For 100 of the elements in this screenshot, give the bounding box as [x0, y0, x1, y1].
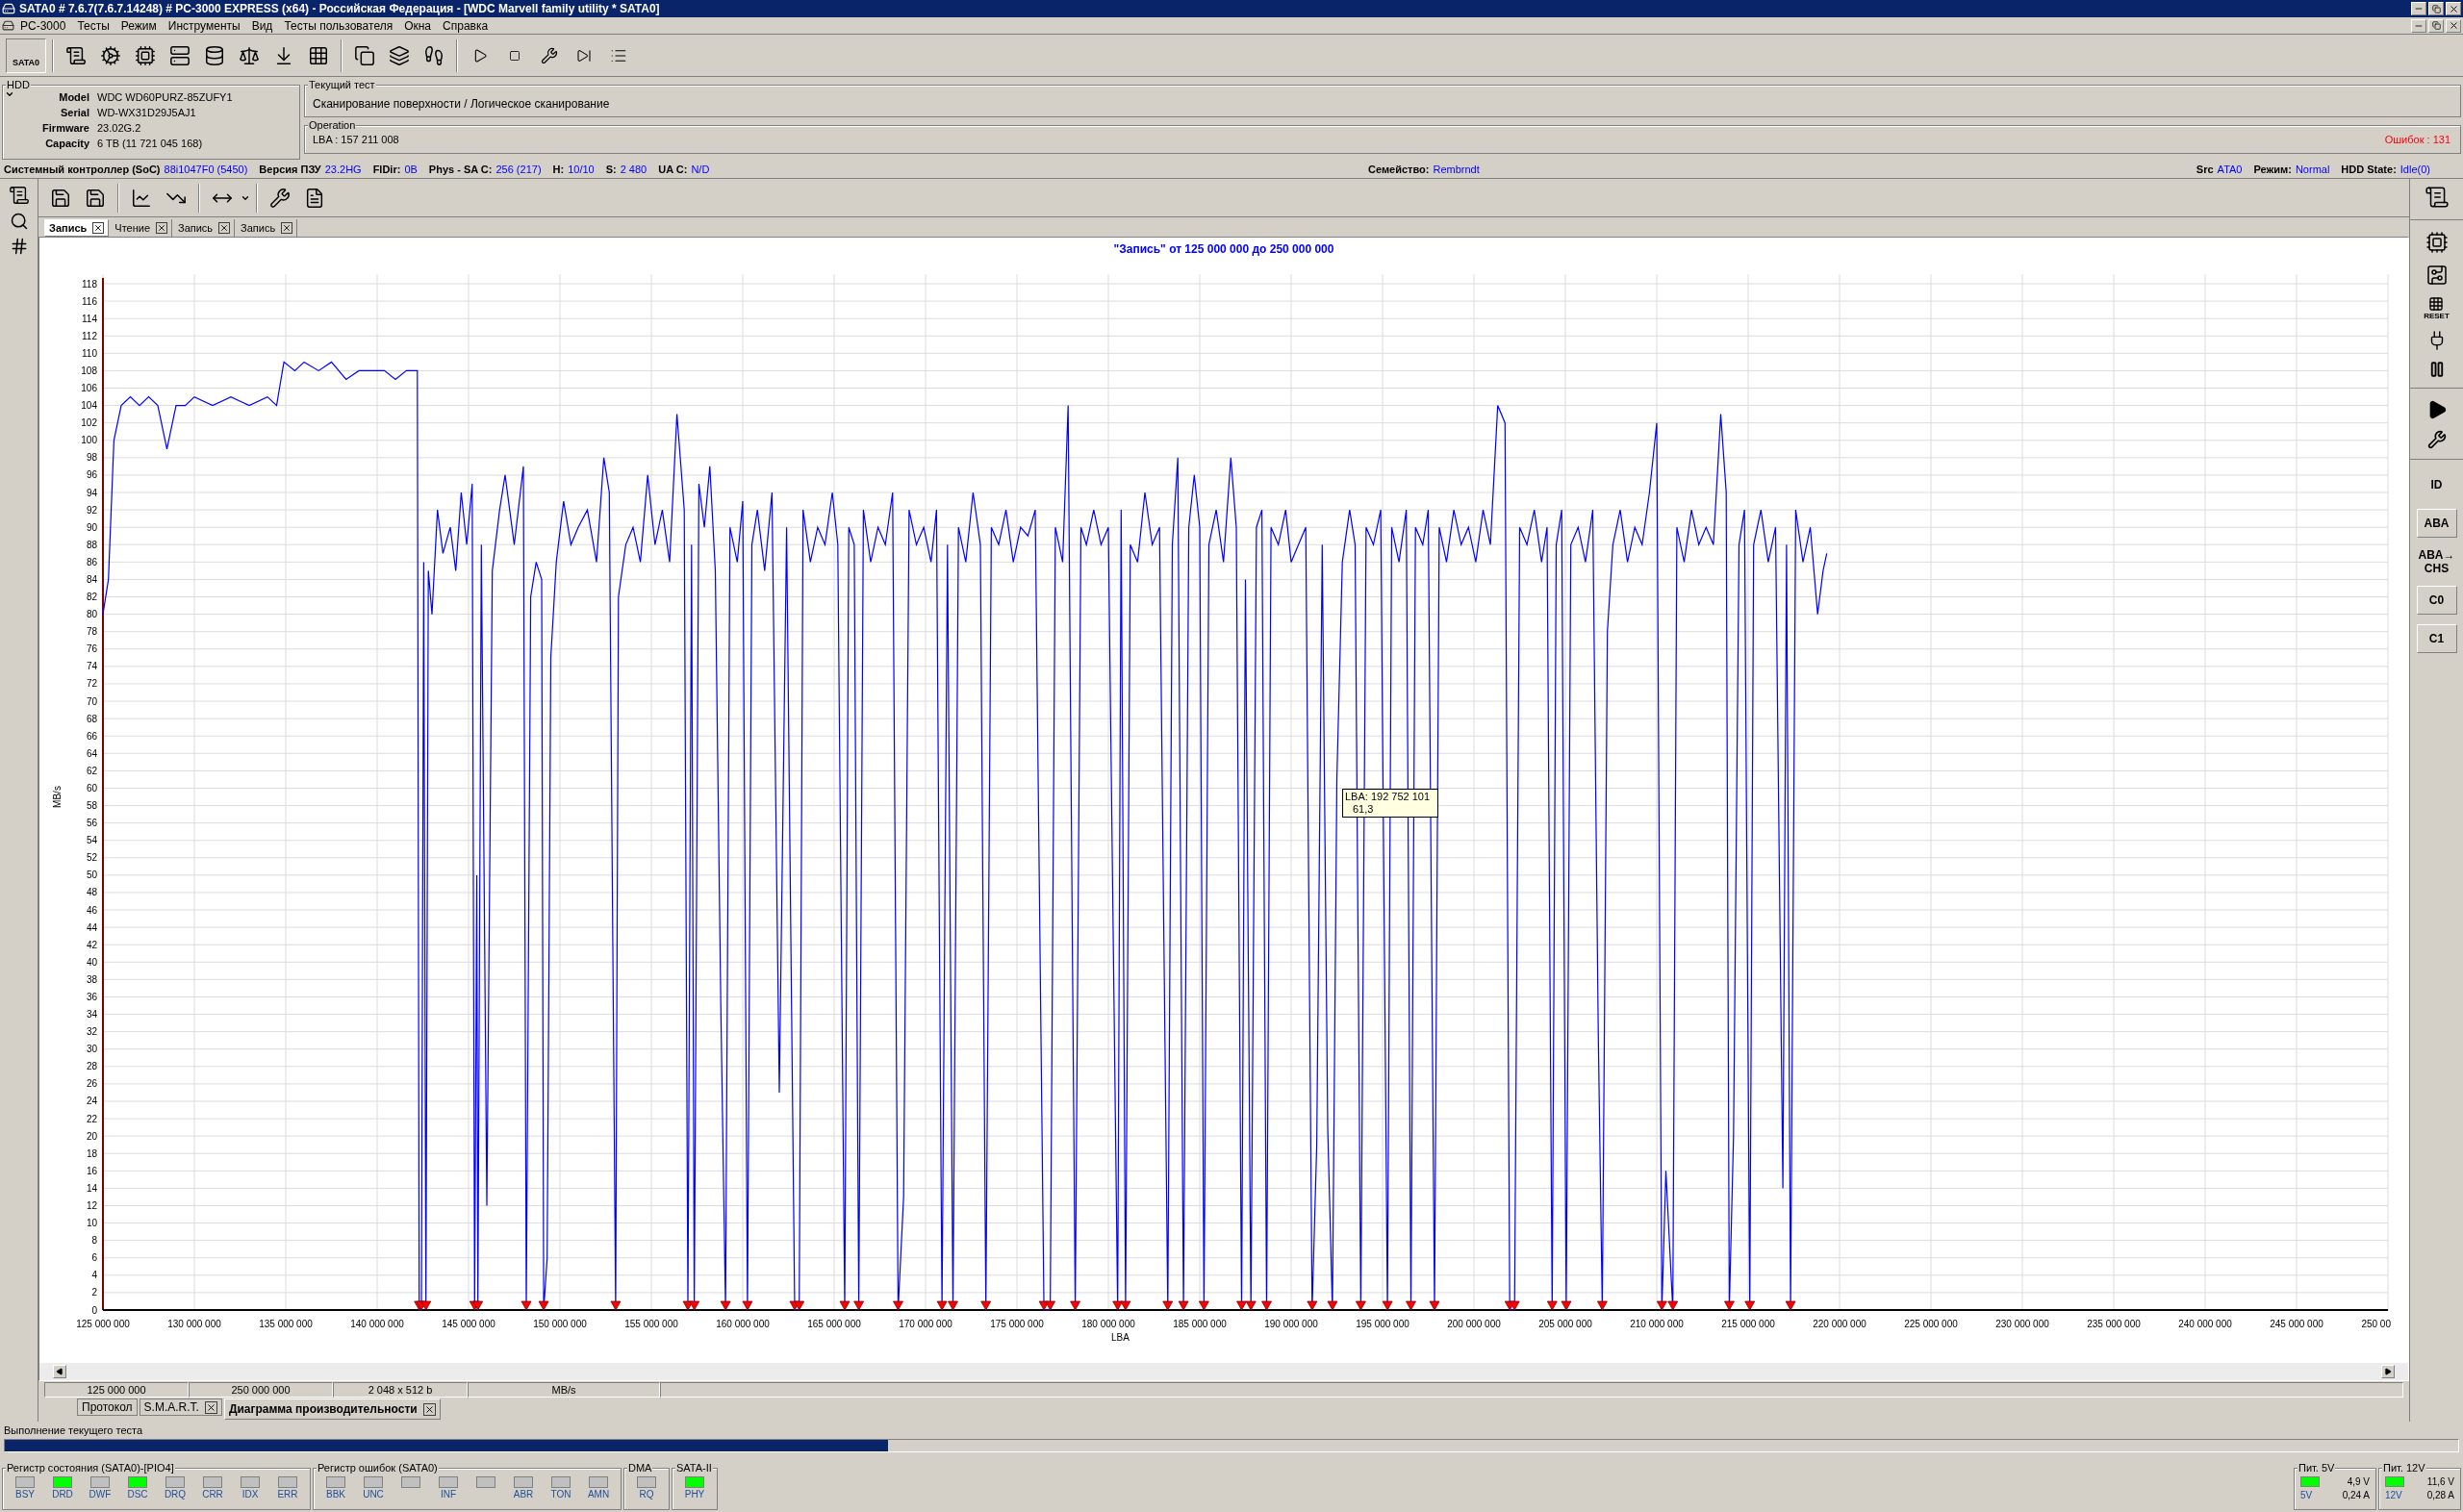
axis-tick-label: 225 000 000 [1904, 1319, 1958, 1329]
axis-tick-label: 102 [81, 417, 97, 429]
axis-tick-label: 38 [86, 973, 97, 985]
board-icon[interactable] [2425, 264, 2449, 287]
menu-item[interactable]: Тесты пользователя [278, 16, 399, 35]
error-marker [1382, 1300, 1393, 1311]
axis-tick-label: 100 [81, 435, 97, 446]
close-icon[interactable] [422, 1402, 436, 1416]
menu-item[interactable]: Справка [437, 16, 495, 35]
axis-tick-label: 74 [86, 661, 97, 672]
axis-tick-label: 86 [86, 556, 97, 567]
error-marker [1245, 1300, 1257, 1311]
save-icon[interactable] [85, 187, 106, 209]
chart-tab[interactable]: Запись [44, 219, 110, 237]
grid-icon[interactable] [308, 44, 329, 66]
footprints-icon[interactable] [423, 44, 444, 66]
axis-tick-label: 16 [86, 1165, 97, 1176]
tools-icon[interactable] [269, 187, 291, 209]
axis-tick-label: 118 [82, 278, 97, 290]
close-icon[interactable] [92, 222, 105, 234]
axis-tick-label: 104 [81, 400, 97, 412]
axis-tick-label: 18 [86, 1147, 97, 1159]
error-marker [1667, 1300, 1679, 1311]
bottom-tab[interactable]: Диаграмма производительности [223, 1399, 441, 1420]
axis-tick-label: 240 000 000 [2178, 1319, 2232, 1329]
error-marker [839, 1300, 851, 1311]
error-marker [1236, 1300, 1247, 1311]
tools-icon[interactable] [2426, 430, 2447, 449]
horizontal-scrollbar[interactable] [39, 1363, 2408, 1380]
menu-item[interactable]: PC-3000 [14, 16, 72, 35]
axis-tick-label: 14 [86, 1182, 97, 1194]
server-icon[interactable] [169, 44, 190, 66]
error-marker [610, 1300, 622, 1311]
power-label: 12V [2385, 1489, 2403, 1502]
axis-tick-label: 10 [86, 1218, 97, 1229]
current-reading: 0,28 A [2425, 1489, 2454, 1502]
tools-icon[interactable] [541, 46, 558, 64]
axis-tick-label: 42 [86, 939, 97, 950]
database-icon[interactable] [204, 44, 225, 66]
close-icon[interactable] [156, 222, 167, 234]
axis-tick-label: 108 [81, 365, 97, 376]
error-marker [1327, 1300, 1338, 1311]
scroll-icon[interactable] [8, 185, 30, 206]
axis-tick-label: 185 000 000 [1173, 1319, 1227, 1329]
error-marker [1162, 1300, 1174, 1311]
register-icon[interactable] [2428, 296, 2445, 312]
port-button[interactable]: SATA0 [6, 38, 46, 73]
axis-tick-label: 130 000 000 [167, 1319, 221, 1329]
axis-tick-label: 22 [86, 1113, 97, 1124]
close-icon[interactable] [281, 222, 293, 234]
layers-icon[interactable] [389, 44, 410, 66]
axis-tick-label: 70 [86, 695, 97, 707]
close-icon[interactable] [204, 1400, 217, 1414]
dropdown-icon[interactable] [5, 89, 14, 99]
axis-tick-label: 46 [86, 904, 97, 916]
scroll-icon[interactable] [65, 44, 87, 66]
chip-icon[interactable] [2425, 231, 2449, 254]
info-value: ATA0 [2217, 163, 2243, 178]
axis-tick-label: 30 [86, 1044, 97, 1055]
play-icon[interactable] [472, 47, 488, 63]
search-icon[interactable] [9, 212, 29, 231]
axis-tick-label: 92 [86, 504, 97, 516]
register-button[interactable]: ABA→CHS [2416, 547, 2457, 576]
menu-item[interactable]: Инструменты [162, 16, 246, 35]
scale-icon[interactable] [239, 44, 260, 66]
indicator-label: CRR [202, 1488, 223, 1501]
register-button[interactable]: ABA [2416, 509, 2457, 538]
copy-icon[interactable] [354, 44, 375, 66]
close-icon[interactable] [218, 222, 231, 234]
indicator-label: AMN [587, 1488, 610, 1501]
report-icon[interactable] [304, 187, 325, 209]
scroll-left-icon[interactable] [56, 1368, 63, 1375]
scroll-icon[interactable] [2424, 185, 2450, 210]
axis-title: LBA [1111, 1332, 1130, 1343]
menu-item[interactable]: Окна [398, 16, 438, 35]
register-button[interactable]: C0 [2416, 586, 2457, 615]
save-icon[interactable] [50, 187, 71, 209]
axis-tick-label: 116 [82, 295, 97, 307]
chip-icon[interactable] [135, 44, 156, 66]
axis-tick-label: 90 [86, 521, 97, 533]
menu-item[interactable]: Вид [245, 16, 279, 35]
axis-tick-label: 114 [82, 313, 97, 324]
line-chart-icon[interactable] [131, 187, 152, 209]
bottom-tab[interactable]: S.M.A.R.T. [139, 1399, 222, 1416]
bottom-tab[interactable]: Протокол [77, 1399, 138, 1416]
axis-tick-label: 6 [91, 1252, 97, 1264]
register-button[interactable]: ID [2416, 470, 2457, 499]
gear-icon[interactable] [100, 44, 121, 66]
menu-item[interactable]: Тесты [71, 16, 115, 35]
menu-item[interactable]: Режим [114, 16, 163, 35]
axis-tick-label: 40 [86, 956, 97, 968]
stop-icon[interactable] [509, 49, 521, 62]
scroll-right-icon[interactable] [2384, 1368, 2392, 1375]
error-marker [538, 1300, 549, 1311]
skip-icon[interactable] [576, 47, 592, 63]
indicator-label: PHY [684, 1488, 705, 1501]
axis-tick-label: 245 000 000 [2270, 1319, 2323, 1329]
info-label: UA C: [658, 163, 688, 178]
register-button[interactable]: C1 [2416, 624, 2457, 653]
current-reading: 0,24 A [2341, 1489, 2370, 1502]
